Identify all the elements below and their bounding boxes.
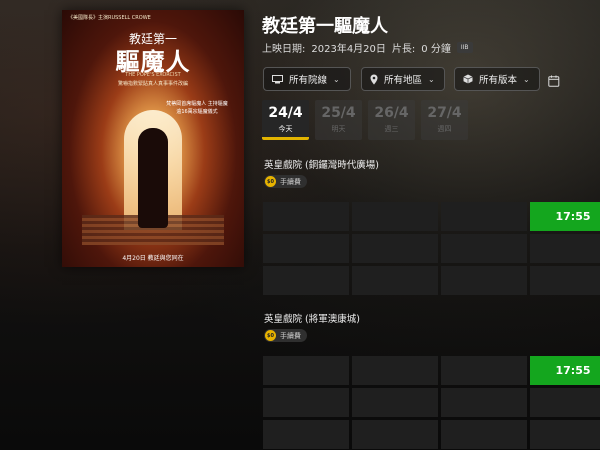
- chevron-down-icon: ⌄: [428, 74, 435, 84]
- fee-badge: $0 手續費: [264, 175, 307, 188]
- filter-label: 所有版本: [479, 75, 518, 86]
- showtime-button[interactable]: 17:55: [530, 202, 600, 231]
- showtime-slot: [530, 266, 600, 295]
- date-tab[interactable]: 26/4 週三: [368, 100, 415, 140]
- cinema-icon: [272, 74, 283, 84]
- poster-tagline: 驚嚇指數緊貼真人真事事件改編: [117, 81, 188, 87]
- showtime-slot: [352, 234, 438, 263]
- chevron-down-icon: ⌄: [523, 74, 530, 84]
- showtime-slot: [263, 266, 349, 295]
- movie-poster: 《美國隊長》主演RUSSELL CROWE 教廷第一 驅魔人 THE POPE'…: [62, 10, 244, 267]
- showtime-slot: [441, 388, 527, 417]
- filter-region[interactable]: 所有地區 ⌄: [361, 67, 445, 91]
- duration-label: 片長:: [391, 44, 416, 55]
- date-tabs: 24/4 今天 25/4 明天 26/4 週三 27/4 週四: [262, 100, 468, 140]
- showtime-grid: 17:55: [263, 356, 600, 449]
- release-label: 上映日期:: [262, 44, 306, 55]
- showtime-slot: [352, 420, 438, 449]
- showtime-button[interactable]: 17:55: [530, 356, 600, 385]
- filter-version[interactable]: 所有版本 ⌄: [454, 67, 540, 91]
- poster-side-text: 梵蒂岡首席驅魔人 主持驅魔逾16萬宗驅魔儀式: [166, 101, 228, 115]
- date-tab[interactable]: 25/4 明天: [315, 100, 362, 140]
- filter-cinema-chain[interactable]: 所有院線 ⌄: [263, 67, 351, 91]
- showtime-slot: [263, 202, 349, 231]
- showtime-slot: [263, 388, 349, 417]
- date-day: 26/4: [374, 105, 409, 121]
- showtime-slot: [441, 356, 527, 385]
- calendar-icon[interactable]: [548, 72, 560, 91]
- chevron-down-icon: ⌄: [333, 74, 340, 84]
- poster-top-credit: 《美國隊長》主演RUSSELL CROWE: [68, 15, 151, 21]
- showtime-slot: [263, 234, 349, 263]
- showtime-slot: [352, 266, 438, 295]
- movie-title: 教廷第一驅魔人: [262, 16, 388, 37]
- showtime-slot: [441, 234, 527, 263]
- showtime-slot: [352, 356, 438, 385]
- cube-icon: [463, 74, 473, 84]
- cinema-name: 英皇戲院 (銅鑼灣時代廣場): [264, 160, 379, 171]
- showtime-slot: [530, 420, 600, 449]
- showtime-slot: [530, 388, 600, 417]
- date-day: 25/4: [321, 105, 356, 121]
- movie-meta: 上映日期: 2023年4月20日 片長: 0 分鐘 IIB: [262, 40, 473, 55]
- date-weekday: 明天: [331, 125, 346, 133]
- showtime-slot: [263, 356, 349, 385]
- showtime-slot: [530, 234, 600, 263]
- date-weekday: 今天: [278, 125, 293, 133]
- coin-icon: $0: [265, 330, 276, 341]
- cinema-name: 英皇戲院 (將軍澳康城): [264, 314, 360, 325]
- date-weekday: 週三: [384, 125, 399, 133]
- showtime-slot: [441, 266, 527, 295]
- filter-label: 所有地區: [384, 75, 423, 86]
- poster-english-title: THE POPE'S EXORCIST: [125, 72, 181, 78]
- date-weekday: 週四: [437, 125, 452, 133]
- location-pin-icon: [370, 74, 378, 85]
- showtime-slot: [441, 420, 527, 449]
- date-day: 27/4: [427, 105, 462, 121]
- fee-label: 手續費: [280, 331, 301, 340]
- poster-date-text: 4月20日 教廷與您同在: [122, 255, 184, 262]
- coin-icon: $0: [265, 176, 276, 187]
- date-tab[interactable]: 27/4 週四: [421, 100, 468, 140]
- rating-badge: IIB: [456, 42, 473, 53]
- date-day: 24/4: [268, 105, 303, 121]
- showtime-slot: [352, 388, 438, 417]
- duration: 0 分鐘: [421, 44, 451, 55]
- date-tab[interactable]: 24/4 今天: [262, 100, 309, 140]
- fee-label: 手續費: [280, 177, 301, 186]
- release-date: 2023年4月20日: [311, 44, 386, 55]
- showtime-slot: [352, 202, 438, 231]
- poster-priest-figure: [138, 128, 168, 228]
- showtime-slot: [441, 202, 527, 231]
- showtime-grid: 17:55: [263, 202, 600, 295]
- filter-label: 所有院線: [289, 75, 328, 86]
- showtime-slot: [263, 420, 349, 449]
- fee-badge: $0 手續費: [264, 329, 307, 342]
